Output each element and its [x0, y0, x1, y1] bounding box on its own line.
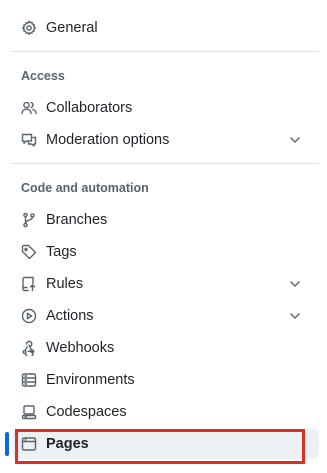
- sidebar-item-pages[interactable]: Pages: [12, 429, 319, 459]
- divider: [12, 163, 319, 164]
- repo-push-icon: [21, 276, 37, 292]
- sidebar-item-label: Moderation options: [46, 132, 170, 148]
- sidebar-item-label: Branches: [46, 212, 108, 228]
- chevron-down-icon[interactable]: [288, 309, 302, 323]
- sidebar-item-tags[interactable]: Tags: [12, 237, 319, 267]
- divider: [12, 51, 319, 52]
- gear-icon: [21, 20, 37, 36]
- browser-icon: [21, 436, 37, 452]
- sidebar-item-environments[interactable]: Environments: [12, 365, 319, 395]
- chevron-down-icon[interactable]: [288, 277, 302, 291]
- git-branch-icon: [21, 212, 37, 228]
- codespaces-icon: [21, 404, 37, 420]
- sidebar-item-label: Rules: [46, 276, 84, 292]
- active-indicator: [5, 432, 9, 456]
- sidebar-item-label: Pages: [46, 436, 89, 452]
- sidebar-item-label: Webhooks: [46, 340, 115, 356]
- play-icon: [21, 308, 37, 324]
- section-heading-access: Access: [21, 69, 65, 83]
- sidebar-item-webhooks[interactable]: Webhooks: [12, 333, 319, 363]
- sidebar-item-label: General: [46, 20, 98, 36]
- sidebar-item-label: Tags: [46, 244, 77, 260]
- chevron-down-icon[interactable]: [288, 133, 302, 147]
- sidebar-item-moderation-options[interactable]: Moderation options: [12, 125, 319, 155]
- sidebar-item-collaborators[interactable]: Collaborators: [12, 93, 319, 123]
- sidebar-item-label: Environments: [46, 372, 135, 388]
- server-icon: [21, 372, 37, 388]
- people-icon: [21, 100, 37, 116]
- sidebar-item-rules[interactable]: Rules: [12, 269, 319, 299]
- sidebar-item-label: Codespaces: [46, 404, 127, 420]
- tag-icon: [21, 244, 37, 260]
- section-heading-code-and-automation: Code and automation: [21, 181, 149, 195]
- sidebar-item-label: Collaborators: [46, 100, 133, 116]
- comment-discussion-icon: [21, 132, 37, 148]
- sidebar-item-branches[interactable]: Branches: [12, 205, 319, 235]
- sidebar-item-actions[interactable]: Actions: [12, 301, 319, 331]
- settings-sidebar: General Access Collaborators Moderation …: [0, 0, 327, 473]
- sidebar-item-label: Actions: [46, 308, 94, 324]
- sidebar-item-general[interactable]: General: [12, 13, 319, 43]
- webhook-icon: [21, 340, 37, 356]
- sidebar-item-codespaces[interactable]: Codespaces: [12, 397, 319, 427]
